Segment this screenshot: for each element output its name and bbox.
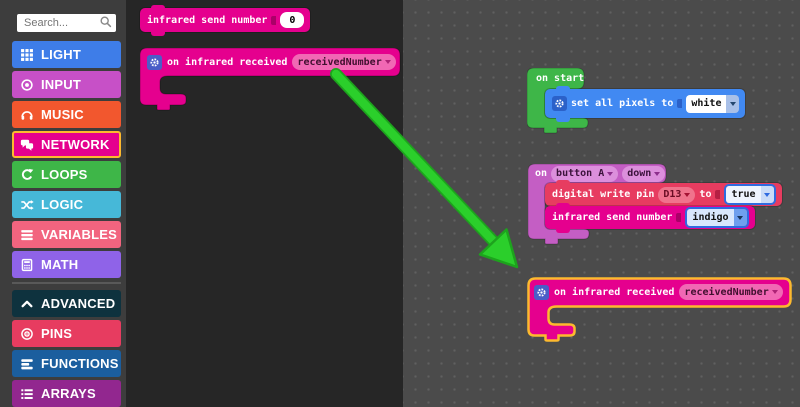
dropdown-caret-icon [764, 193, 770, 197]
sidebar-item-input[interactable]: INPUT [12, 71, 121, 98]
block-on-infrared-received-flyout[interactable]: on infrared received receivedNumber [140, 48, 396, 76]
grid-icon [20, 48, 34, 62]
category-label: MUSIC [41, 107, 84, 122]
calculator-icon [20, 258, 34, 272]
sidebar-item-light[interactable]: LIGHT [12, 41, 121, 68]
refresh-icon [20, 168, 34, 182]
sidebar-item-pins[interactable]: PINS [12, 320, 121, 347]
sidebar-item-arrays[interactable]: ARRAYS [12, 380, 121, 407]
category-sidebar: LIGHT INPUT MUSIC NETWORK LOOPS LOGIC VA… [0, 0, 126, 407]
shuffle-icon [20, 198, 34, 212]
block-set-all-pixels[interactable]: set all pixels to white [545, 89, 745, 118]
value-connector-notch [271, 16, 276, 25]
category-label: ADVANCED [41, 296, 115, 311]
block-infrared-send-number-flyout[interactable]: infrared send number 0 [140, 8, 310, 32]
block-label: on infrared received [554, 287, 674, 298]
value-connector-notch [677, 99, 682, 108]
block-label: on start [536, 73, 584, 84]
sidebar-divider [12, 282, 121, 284]
variable-dropdown[interactable]: receivedNumber [679, 284, 782, 300]
category-label: FUNCTIONS [41, 356, 119, 371]
dropdown-caret-icon [772, 290, 778, 294]
sidebar-item-math[interactable]: MATH [12, 251, 121, 278]
category-label: NETWORK [41, 137, 110, 152]
function-icon [20, 357, 34, 371]
event-dropdown[interactable]: down [622, 166, 665, 182]
color-dropdown[interactable]: white [686, 95, 739, 113]
dropdown-caret-icon [385, 60, 391, 64]
block-on-infrared-received[interactable]: on infrared received receivedNumber [528, 278, 783, 306]
variable-dropdown[interactable]: receivedNumber [292, 54, 395, 70]
dropdown-caret-icon [737, 216, 743, 220]
color-value-dropdown[interactable]: indigo [685, 207, 748, 228]
block-label: infrared send number [147, 15, 267, 26]
category-label: ARRAYS [41, 386, 96, 401]
dropdown-caret-icon [607, 172, 613, 176]
category-label: MATH [41, 257, 78, 272]
search-box [17, 13, 116, 32]
value-connector-notch [676, 213, 681, 222]
sidebar-item-functions[interactable]: FUNCTIONS [12, 350, 121, 377]
category-label: LOOPS [41, 167, 88, 182]
sidebar-item-variables[interactable]: VARIABLES [12, 221, 121, 248]
dropdown-caret-icon [684, 193, 690, 197]
chat-icon [20, 138, 34, 152]
headphones-icon [20, 108, 34, 122]
category-label: LIGHT [41, 47, 81, 62]
category-label: LOGIC [41, 197, 83, 212]
block-label: digital write pin [552, 189, 654, 200]
list-icon [20, 387, 34, 401]
block-label: infrared send number [552, 212, 672, 223]
mutator-gear-button[interactable] [147, 55, 162, 70]
search-icon [99, 15, 113, 29]
block-on-button[interactable]: on button A down [528, 164, 665, 183]
number-input[interactable]: 0 [280, 12, 304, 28]
dropdown-caret-icon [654, 172, 660, 176]
record-icon [20, 78, 34, 92]
block-on-start[interactable]: on start [527, 68, 584, 89]
value-connector-notch [715, 190, 720, 199]
category-label: VARIABLES [41, 227, 117, 242]
sidebar-item-loops[interactable]: LOOPS [12, 161, 121, 188]
block-infrared-send-number[interactable]: infrared send number indigo [545, 206, 755, 229]
bullseye-icon [20, 327, 34, 341]
block-label: set all pixels to [571, 98, 673, 109]
block-digital-write-pin[interactable]: digital write pin D13 to true [545, 183, 782, 206]
chevron-up-icon [20, 297, 34, 311]
block-label: to [699, 189, 711, 200]
mutator-gear-button[interactable] [534, 285, 549, 300]
sidebar-item-advanced[interactable]: ADVANCED [12, 290, 121, 317]
boolean-dropdown[interactable]: true [724, 184, 775, 205]
sidebar-item-music[interactable]: MUSIC [12, 101, 121, 128]
category-label: INPUT [41, 77, 81, 92]
gear-icon [149, 57, 160, 68]
pin-dropdown[interactable]: D13 [658, 187, 695, 203]
sidebar-item-network[interactable]: NETWORK [12, 131, 121, 158]
dropdown-caret-icon [730, 102, 736, 106]
gear-icon [554, 98, 565, 109]
bars-icon [20, 228, 34, 242]
sidebar-item-logic[interactable]: LOGIC [12, 191, 121, 218]
gear-icon [536, 287, 547, 298]
category-list: LIGHT INPUT MUSIC NETWORK LOOPS LOGIC VA… [12, 41, 126, 407]
block-label: on [535, 168, 547, 179]
block-label: on infrared received [167, 57, 287, 68]
category-label: PINS [41, 326, 72, 341]
makecode-editor: LIGHT INPUT MUSIC NETWORK LOOPS LOGIC VA… [0, 0, 800, 407]
mutator-gear-button[interactable] [552, 96, 567, 111]
